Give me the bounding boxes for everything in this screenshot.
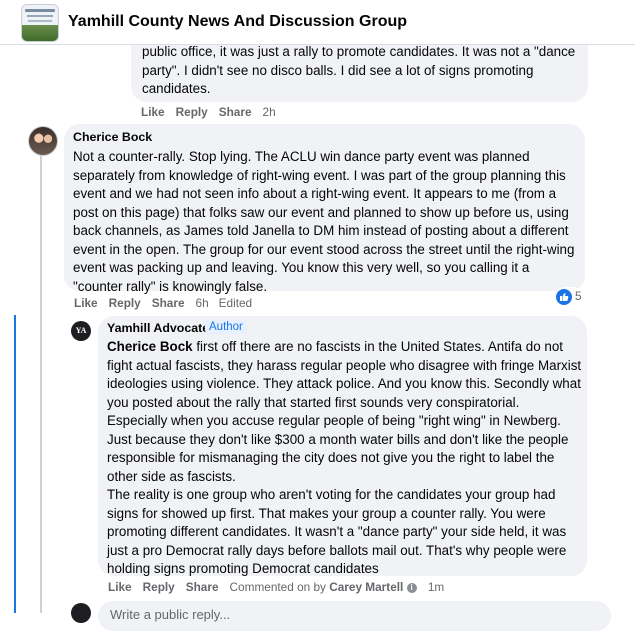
- like-reaction-icon: [556, 288, 572, 305]
- comment-text: Not a counter-rally. Stop lying. The ACL…: [73, 149, 575, 294]
- comment-actions: Like Reply Share Commented on by Carey Mart…: [108, 580, 444, 594]
- edited-label[interactable]: Edited: [219, 296, 252, 310]
- group-header: Yamhill County News And Discussion Group: [0, 0, 635, 45]
- avatar[interactable]: YA: [71, 321, 91, 341]
- mention-link[interactable]: Cherice Bock: [107, 339, 193, 354]
- share-button[interactable]: Share: [219, 105, 252, 119]
- share-button[interactable]: Share: [152, 296, 185, 310]
- info-icon[interactable]: i: [406, 582, 417, 593]
- composer-avatar: [71, 603, 91, 623]
- reply-button[interactable]: Reply: [109, 296, 141, 310]
- comment-bubble: Cherice Bock Not a counter-rally. Stop l…: [64, 124, 585, 294]
- like-button[interactable]: Like: [74, 296, 98, 310]
- commenter-name[interactable]: Carey Martell: [329, 580, 403, 594]
- timestamp[interactable]: 6h: [196, 296, 209, 310]
- reaction-summary[interactable]: 5: [556, 287, 582, 305]
- highlight-rail: [14, 315, 16, 613]
- avatar[interactable]: [28, 126, 58, 156]
- author-badge: Author: [205, 320, 247, 334]
- share-button[interactable]: Share: [186, 580, 219, 594]
- like-button[interactable]: Like: [141, 105, 165, 119]
- comment-text-part: first off there are no fascists in the U…: [107, 339, 582, 484]
- reply-button[interactable]: Reply: [176, 105, 208, 119]
- reply-button[interactable]: Reply: [143, 580, 175, 594]
- like-button[interactable]: Like: [108, 580, 132, 594]
- thread-line: [40, 155, 42, 613]
- reply-input[interactable]: Write a public reply...: [98, 601, 611, 631]
- reaction-count: 5: [575, 289, 582, 303]
- commented-on-by-label: Commented on by: [229, 580, 326, 594]
- comment-actions: Like Reply Share 2h: [141, 105, 286, 119]
- comment-text-part: The reality is one group who aren't voti…: [107, 487, 567, 576]
- timestamp[interactable]: 1m: [428, 580, 444, 594]
- group-avatar[interactable]: [21, 4, 59, 42]
- timestamp[interactable]: 2h: [263, 105, 276, 119]
- comment-text: Cherice Bock first off there are no fasc…: [107, 338, 582, 579]
- comment-text: public office, it was just a rally to pr…: [142, 44, 576, 96]
- comment-author[interactable]: Cherice Bock: [73, 130, 152, 144]
- comment-bubble: Yamhill Advocate Author Cherice Bock fir…: [98, 316, 587, 576]
- reply-placeholder: Write a public reply...: [110, 607, 231, 622]
- group-title[interactable]: Yamhill County News And Discussion Group: [68, 13, 407, 31]
- comment-actions: Like Reply Share 6h Edited: [74, 296, 262, 310]
- comment-author[interactable]: Yamhill Advocate: [107, 321, 209, 335]
